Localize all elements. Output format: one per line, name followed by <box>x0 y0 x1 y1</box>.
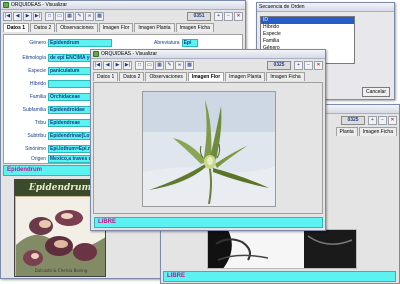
add-icon[interactable]: + <box>294 61 303 70</box>
add-icon[interactable]: + <box>368 116 377 125</box>
tab-observaciones[interactable]: Observaciones <box>56 23 98 32</box>
prev-icon[interactable]: ◀ <box>13 12 22 21</box>
first-icon[interactable]: |◀ <box>3 12 12 21</box>
window-front: ORQUIDEAS - Visualizar |◀ ◀ ▶ ▶| □ ▭ ▦ ✎… <box>90 49 326 231</box>
flower-photo <box>143 92 275 206</box>
app-icon <box>3 2 9 8</box>
caption-text: Epidendrum <box>28 183 92 193</box>
plant-photo <box>208 230 356 268</box>
next-icon[interactable]: ▶ <box>113 61 122 70</box>
doc-icon[interactable]: □ <box>45 12 54 21</box>
toolbar: |◀ ◀ ▶ ▶| □ ▭ ▦ ✎ ∞ ▩ 0325 + − ✕ <box>91 59 325 72</box>
titlebar[interactable]: Secuencia de Orden <box>257 3 394 12</box>
tab-imagen-flor[interactable]: Imagen Flor <box>98 23 134 32</box>
window-title: ORQUIDEAS - Visualizar <box>101 51 158 57</box>
field-label: Familia <box>29 94 46 100</box>
tab-datos1[interactable]: Datos 1 <box>93 72 119 81</box>
tab-imagen-ficha[interactable]: Imagen Ficha <box>358 127 397 136</box>
record-counter: 0325 <box>267 61 291 70</box>
close-icon[interactable]: ✕ <box>388 116 397 125</box>
tab-imagen-planta[interactable]: Planta <box>335 127 358 136</box>
next-icon[interactable]: ▶ <box>23 12 32 21</box>
field-value[interactable]: de epi ENCIMA y <box>48 54 92 62</box>
imagen-flor-panel <box>93 82 323 214</box>
add-icon[interactable]: + <box>214 12 223 21</box>
tab-imagen-planta[interactable]: Imagen Planta <box>134 23 175 32</box>
app-icon <box>93 51 99 57</box>
field-value[interactable]: Epidendrum <box>48 39 112 47</box>
last-icon[interactable]: ▶| <box>123 61 132 70</box>
close-icon[interactable]: ✕ <box>234 12 243 21</box>
photo-credit: Dulcaste & Chelsia Boving <box>35 268 88 273</box>
binoculars-icon[interactable]: ∞ <box>175 61 184 70</box>
libre-footer: LIBRE <box>163 271 396 282</box>
abreviatura-value[interactable]: Epi <box>181 39 198 47</box>
titlebar[interactable]: ORQUIDEAS - Visualizar <box>91 50 325 59</box>
libre-footer: LIBRE <box>94 217 323 228</box>
toolbar: |◀ ◀ ▶ ▶| □ ▭ ▦ ✎ ∞ ▩ 0351 + − ✕ <box>1 10 245 23</box>
cancel-button[interactable]: Cancelar <box>362 87 390 97</box>
field-label: Híbrido <box>29 81 46 87</box>
record-counter: 0325 <box>341 116 365 125</box>
field-value[interactable]: Mexico,a traves d <box>48 155 92 163</box>
plant-image <box>207 229 357 269</box>
window-title: Secuencia de Orden <box>259 4 305 10</box>
folder-icon[interactable]: ▭ <box>145 61 154 70</box>
field-label: Origen <box>30 156 46 162</box>
close-icon[interactable]: ✕ <box>314 61 323 70</box>
tab-imagen-planta[interactable]: Imagen Planta <box>225 72 266 81</box>
tab-imagen-ficha[interactable]: Imagen Ficha <box>266 72 305 81</box>
remove-icon[interactable]: − <box>224 12 233 21</box>
field-value[interactable] <box>48 80 92 88</box>
tab-imagen-flor[interactable]: Imagen Flor <box>187 72 225 81</box>
field-value[interactable]: Epidendrinae[Lo <box>48 132 92 140</box>
field-value[interactable]: Epidendroidae <box>48 106 92 114</box>
flower-image-frame <box>142 91 276 207</box>
window-title: ORQUIDEAS - Visualizar <box>11 2 68 8</box>
list-item[interactable]: Híbrido <box>261 24 354 31</box>
field-label: Subtribu <box>27 133 46 139</box>
titlebar[interactable]: ORQUIDEAS - Visualizar <box>1 1 245 10</box>
tab-datos2[interactable]: Datos 2 <box>30 23 56 32</box>
field-label: Etimología <box>22 55 46 61</box>
abreviatura-label: Abreviatura <box>154 40 180 46</box>
binoculars-icon[interactable]: ∞ <box>85 12 94 21</box>
field-label: Género <box>29 40 46 46</box>
list-item[interactable]: ID <box>261 17 354 24</box>
field-label: Sinónimo <box>25 146 46 152</box>
remove-icon[interactable]: − <box>378 116 387 125</box>
field-label: Subfamilia <box>22 107 46 113</box>
tab-observaciones[interactable]: Observaciones <box>145 72 187 81</box>
edit-icon[interactable]: ✎ <box>75 12 84 21</box>
tab-strip: Datos 1 Datos 2 Observaciones Imagen Flo… <box>91 72 325 81</box>
folder-icon[interactable]: ▭ <box>55 12 64 21</box>
tab-strip: Datos 1 Datos 2 Observaciones Imagen Flo… <box>1 23 245 32</box>
edit-icon[interactable]: ✎ <box>165 61 174 70</box>
list-item[interactable]: Familia <box>261 38 354 45</box>
tab-datos2[interactable]: Datos 2 <box>119 72 145 81</box>
field-value[interactable]: Epi.lothum=Epi.ne <box>48 145 92 153</box>
field-value[interactable]: Epidendreae <box>48 119 92 127</box>
field-label: Especie <box>28 68 46 74</box>
last-icon[interactable]: ▶| <box>33 12 42 21</box>
tab-datos1[interactable]: Datos 1 <box>3 23 30 32</box>
tab-imagen-ficha[interactable]: Imagen Ficha <box>175 23 214 32</box>
field-label: Tribu <box>34 120 46 126</box>
remove-icon[interactable]: − <box>304 61 313 70</box>
prev-icon[interactable]: ◀ <box>103 61 112 70</box>
print-icon[interactable]: ▦ <box>65 12 74 21</box>
field-value[interactable]: Orchidaceae <box>48 93 92 101</box>
field-value[interactable]: paniculatum <box>48 67 92 75</box>
record-counter: 0351 <box>187 12 211 21</box>
doc-icon[interactable]: □ <box>135 61 144 70</box>
first-icon[interactable]: |◀ <box>93 61 102 70</box>
save-icon[interactable]: ▩ <box>185 61 194 70</box>
list-item[interactable]: Especie <box>261 31 354 38</box>
save-icon[interactable]: ▩ <box>95 12 104 21</box>
print-icon[interactable]: ▦ <box>155 61 164 70</box>
